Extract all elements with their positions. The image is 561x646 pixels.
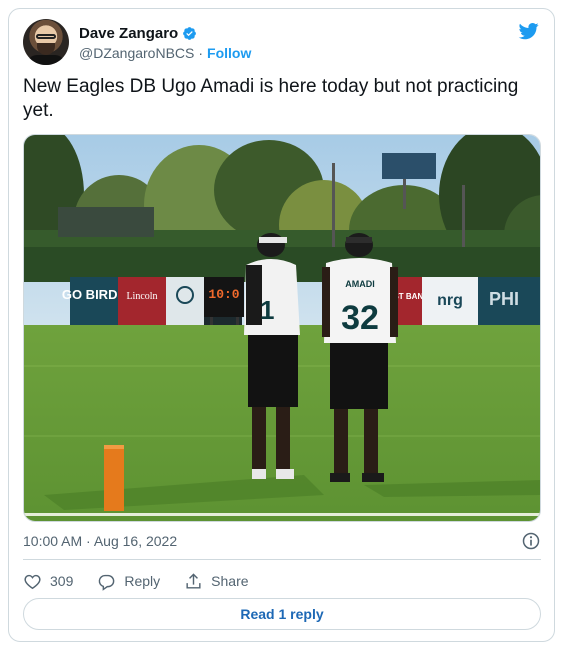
verified-badge-icon bbox=[183, 27, 197, 40]
practice-field-photo: GO BIRDS Lincoln TRUST BANK nrg PHI 10:0 bbox=[24, 135, 540, 521]
separator-dot: · bbox=[198, 45, 204, 61]
jersey-number-left: 1 bbox=[260, 295, 274, 325]
like-button[interactable]: 309 bbox=[23, 572, 73, 591]
name-row: Dave Zangaro bbox=[79, 25, 197, 42]
heart-icon bbox=[24, 574, 41, 589]
banner-go: GO BIRDS bbox=[62, 287, 127, 302]
divider bbox=[23, 559, 541, 560]
jersey-name: AMADI bbox=[345, 279, 375, 289]
timestamp[interactable]: 10:00 AM · Aug 16, 2022 bbox=[23, 533, 177, 549]
share-label: Share bbox=[211, 573, 249, 589]
avatar[interactable] bbox=[23, 19, 69, 65]
reply-button[interactable]: Reply bbox=[97, 572, 160, 591]
banner-phi: PHI bbox=[489, 289, 519, 309]
banner-nrg: nrg bbox=[437, 292, 463, 309]
scoreboard-time: 10:0 bbox=[208, 287, 239, 302]
like-count: 309 bbox=[50, 573, 74, 589]
handle-row: @DZangaroNBCS · Follow bbox=[79, 45, 251, 61]
read-replies-button[interactable]: Read 1 reply bbox=[23, 598, 541, 630]
info-icon[interactable] bbox=[521, 531, 541, 551]
timestamp-row: 10:00 AM · Aug 16, 2022 bbox=[23, 531, 541, 551]
twitter-bird-icon[interactable] bbox=[517, 21, 541, 41]
reply-bubble-icon bbox=[99, 574, 115, 591]
share-button[interactable]: Share bbox=[184, 572, 249, 591]
tweet-header: Dave Zangaro @DZangaroNBCS · Follow bbox=[23, 19, 541, 67]
display-name[interactable]: Dave Zangaro bbox=[79, 25, 178, 42]
tweet-text: New Eagles DB Ugo Amadi is here today bu… bbox=[23, 76, 519, 121]
action-bar: 309 Reply Share bbox=[23, 569, 423, 593]
jersey-number: 32 bbox=[341, 299, 379, 337]
share-icon bbox=[186, 572, 201, 589]
handle[interactable]: @DZangaroNBCS bbox=[79, 45, 194, 61]
follow-button[interactable]: Follow bbox=[207, 45, 251, 61]
reply-label: Reply bbox=[124, 573, 161, 589]
tweet-card: Dave Zangaro @DZangaroNBCS · Follow New … bbox=[8, 8, 555, 642]
tweet-photo[interactable]: GO BIRDS Lincoln TRUST BANK nrg PHI 10:0 bbox=[23, 134, 541, 522]
banner-lincoln: Lincoln bbox=[126, 291, 157, 302]
